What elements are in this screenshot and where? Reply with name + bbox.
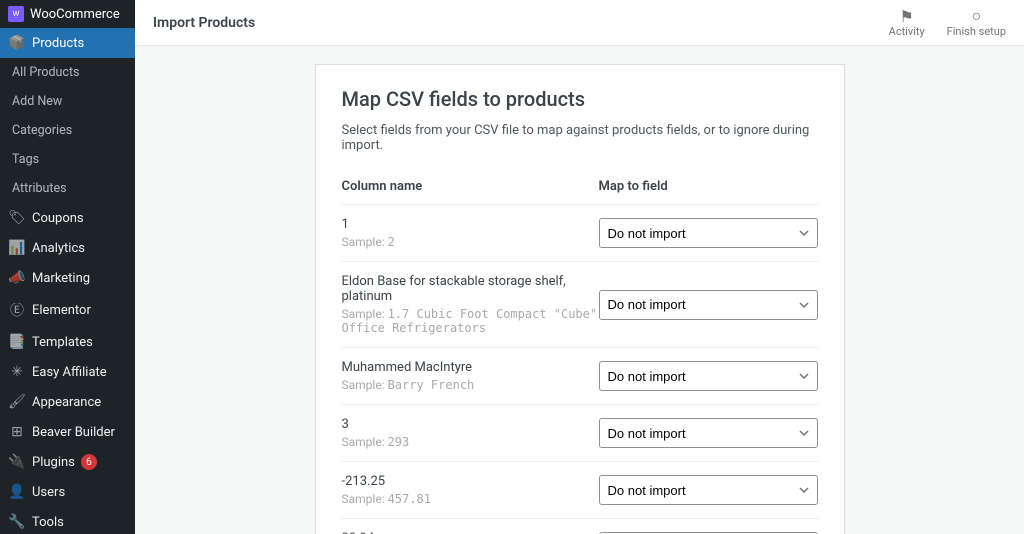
woocommerce-icon: w (8, 6, 24, 22)
tools-icon: 🔧 (8, 514, 26, 530)
mapping-row: Muhammed MacIntyre Sample: Barry FrenchDo… (342, 348, 818, 405)
sidebar-sub-all-products[interactable]: All Products (0, 58, 135, 87)
column-header-map: Map to field (599, 171, 818, 205)
sidebar-brand[interactable]: w WooCommerce (0, 0, 135, 28)
sidebar-item-tools[interactable]: 🔧Tools (0, 507, 135, 534)
sidebar-sub-add-new[interactable]: Add New (0, 87, 135, 116)
update-badge: 6 (81, 454, 97, 470)
import-mapping-panel: Map CSV fields to products Select fields… (315, 64, 845, 534)
column-name: 3 (342, 417, 599, 432)
column-sample: Sample: Barry French (342, 378, 599, 392)
mapping-row: 38.94Sample: 208.16Do not import (342, 519, 818, 534)
sidebar-sub-categories[interactable]: Categories (0, 116, 135, 145)
column-sample: Sample: 293 (342, 435, 599, 449)
brand-label: WooCommerce (30, 7, 120, 22)
sidebar-item-analytics[interactable]: 📊Analytics (0, 233, 135, 263)
map-field-select[interactable]: Do not import (599, 290, 818, 320)
mapping-row: 1 Sample: 2Do not import (342, 205, 818, 262)
mapping-row: Eldon Base for stackable storage shelf, … (342, 262, 818, 348)
sidebar-item-appearance[interactable]: 🖌Appearance (0, 387, 135, 417)
easy-affiliate-icon: ✳ (8, 364, 26, 380)
column-name: -213.25 (342, 474, 599, 489)
map-field-select[interactable]: Do not import (599, 475, 818, 505)
column-name: 1 (342, 217, 599, 232)
map-field-select[interactable]: Do not import (599, 418, 818, 448)
sidebar-item-products[interactable]: 📦 Products (0, 28, 135, 58)
mapping-table: Column name Map to field 1Sample: 2Do no… (342, 171, 818, 534)
marketing-icon: 📣 (8, 270, 26, 286)
admin-sidebar: w WooCommerce 📦 Products All Products Ad… (0, 0, 135, 534)
main-area: Import Products ⚑ Activity ○ Finish setu… (135, 0, 1024, 534)
panel-heading: Map CSV fields to products (342, 87, 818, 111)
column-sample: Sample: 1.7 Cubic Foot Compact "Cube" Of… (342, 307, 599, 335)
sidebar-item-coupons[interactable]: 🏷Coupons (0, 203, 135, 233)
column-name: Eldon Base for stackable storage shelf, … (342, 274, 599, 304)
column-sample: Sample: 2 (342, 235, 599, 249)
mapping-row: 3 Sample: 293Do not import (342, 405, 818, 462)
elementor-icon: Ⓔ (8, 300, 26, 320)
column-name: Muhammed MacIntyre (342, 360, 599, 375)
appearance-icon: 🖌 (8, 394, 26, 410)
plugins-icon: 🔌 (8, 454, 26, 470)
activity-button[interactable]: ⚑ Activity (889, 7, 925, 38)
sidebar-item-elementor[interactable]: ⒺElementor (0, 293, 135, 327)
sidebar-item-plugins[interactable]: 🔌Plugins6 (0, 447, 135, 477)
beaver-builder-icon: ⊞ (8, 424, 26, 440)
map-field-select[interactable]: Do not import (599, 361, 818, 391)
coupons-icon: 🏷 (8, 210, 26, 226)
sidebar-item-templates[interactable]: 📑Templates (0, 327, 135, 357)
users-icon: 👤 (8, 484, 26, 500)
column-sample: Sample: 457.81 (342, 492, 599, 506)
map-field-select[interactable]: Do not import (599, 218, 818, 248)
column-header-name: Column name (342, 171, 599, 205)
page-title: Import Products (153, 15, 255, 31)
products-icon: 📦 (8, 35, 26, 51)
panel-description: Select fields from your CSV file to map … (342, 123, 818, 153)
sidebar-item-easy-affiliate[interactable]: ✳Easy Affiliate (0, 357, 135, 387)
mapping-row: -213.25 Sample: 457.81Do not import (342, 462, 818, 519)
sidebar-sub-tags[interactable]: Tags (0, 145, 135, 174)
circle-icon: ○ (947, 7, 1006, 25)
templates-icon: 📑 (8, 334, 26, 350)
flag-icon: ⚑ (889, 7, 925, 25)
sidebar-item-marketing[interactable]: 📣Marketing (0, 263, 135, 293)
finish-setup-button[interactable]: ○ Finish setup (947, 7, 1006, 38)
analytics-icon: 📊 (8, 240, 26, 256)
sidebar-item-users[interactable]: 👤Users (0, 477, 135, 507)
sidebar-item-beaver-builder[interactable]: ⊞Beaver Builder (0, 417, 135, 447)
top-bar: Import Products ⚑ Activity ○ Finish setu… (135, 0, 1024, 46)
sidebar-sub-attributes[interactable]: Attributes (0, 174, 135, 203)
